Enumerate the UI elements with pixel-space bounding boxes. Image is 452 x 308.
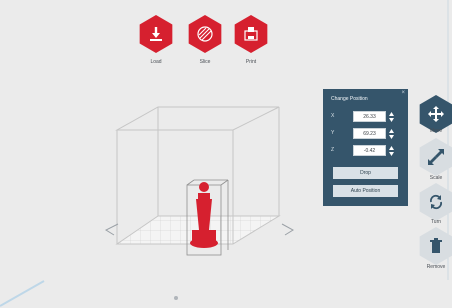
remove-icon (430, 238, 442, 253)
y-input[interactable] (353, 128, 386, 139)
y-label: Y (331, 130, 335, 136)
x-stepper[interactable] (389, 112, 394, 122)
scale-icon (428, 149, 444, 165)
remove-label: Remove (426, 264, 446, 270)
slice-label: Slice (199, 59, 211, 65)
print-icon (244, 27, 258, 41)
move-icon (428, 106, 444, 122)
scale-label: Scale (429, 175, 443, 181)
turn-icon (429, 194, 443, 210)
z-input[interactable] (353, 145, 386, 156)
z-stepper[interactable] (389, 146, 394, 156)
drop-button[interactable]: Drop (333, 167, 398, 179)
move-label: Move (429, 128, 443, 134)
print-label: Print (245, 59, 257, 65)
download-icon (150, 27, 162, 41)
x-field-row: X (331, 111, 401, 123)
y-stepper[interactable] (389, 129, 394, 139)
y-field-row: Y (331, 128, 401, 140)
panel-title: Change Position (331, 96, 368, 102)
load-label: Load (150, 59, 162, 65)
x-input[interactable] (353, 111, 386, 122)
pawn-model (190, 182, 218, 248)
change-position-panel: Change Position × X Y Z Drop Auto Positi… (323, 89, 408, 206)
x-label: X (331, 113, 335, 119)
close-icon[interactable]: × (401, 90, 405, 96)
viewport[interactable]: Load Slice Print Change Position × X Y (0, 0, 452, 308)
z-field-row: Z (331, 145, 401, 157)
z-label: Z (331, 147, 335, 153)
slice-icon (197, 26, 213, 42)
turn-label: Turn (430, 219, 442, 225)
auto-position-button[interactable]: Auto Position (333, 185, 398, 197)
